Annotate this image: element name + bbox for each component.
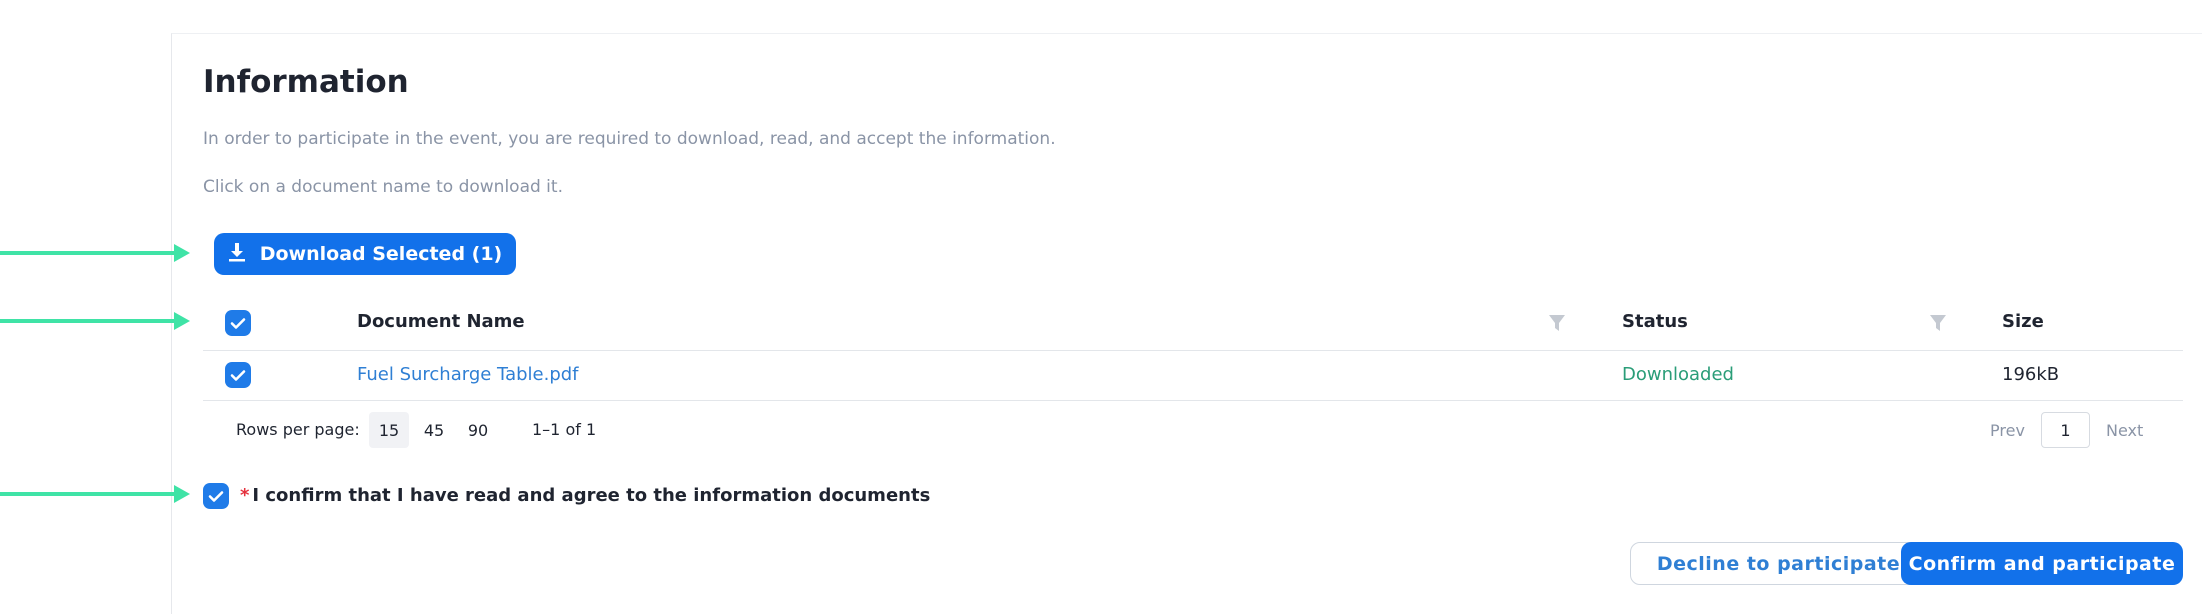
select-all-checkbox[interactable]	[225, 310, 251, 336]
check-icon	[230, 318, 246, 329]
annotation-arrow-select-all	[0, 312, 190, 330]
filter-icon[interactable]	[1548, 313, 1566, 333]
status-badge: Downloaded	[1622, 364, 1734, 385]
rows-per-page-option-90[interactable]: 90	[458, 412, 498, 448]
download-selected-button[interactable]: Download Selected (1)	[214, 233, 516, 275]
rows-per-page-option-15[interactable]: 15	[369, 412, 409, 448]
next-page-button[interactable]: Next	[2106, 421, 2143, 440]
decline-button[interactable]: Decline to participate	[1630, 542, 1927, 585]
column-header-size[interactable]: Size	[2002, 311, 2044, 332]
current-page-input[interactable]: 1	[2041, 412, 2090, 448]
file-size: 196kB	[2002, 364, 2060, 385]
required-marker: *	[240, 485, 250, 506]
page-title: Information	[203, 64, 409, 100]
confirm-participate-button[interactable]: Confirm and participate	[1901, 542, 2183, 585]
confirm-text: I confirm that I have read and agree to …	[252, 485, 931, 506]
filter-icon[interactable]	[1929, 313, 1947, 333]
annotation-arrow-confirm	[0, 485, 190, 503]
section-description: In order to participate in the event, yo…	[203, 129, 1056, 149]
check-icon	[208, 491, 224, 502]
document-name-link[interactable]: Fuel Surcharge Table.pdf	[357, 364, 579, 385]
annotation-arrow-download	[0, 244, 190, 262]
section-hint: Click on a document name to download it.	[203, 177, 563, 197]
confirm-label: * I confirm that I have read and agree to…	[240, 485, 930, 506]
column-header-document-name[interactable]: Document Name	[357, 311, 525, 332]
header-divider	[203, 350, 2183, 351]
column-header-status[interactable]: Status	[1622, 311, 1688, 332]
pagination-range: 1–1 of 1	[532, 420, 597, 439]
rows-per-page-label: Rows per page:	[236, 420, 360, 439]
rows-per-page-option-45[interactable]: 45	[414, 412, 454, 448]
download-selected-label: Download Selected (1)	[259, 243, 503, 265]
row-checkbox[interactable]	[225, 362, 251, 388]
row-divider	[203, 400, 2183, 401]
download-icon	[228, 242, 246, 267]
prev-page-button[interactable]: Prev	[1990, 421, 2025, 440]
confirm-checkbox[interactable]	[203, 483, 229, 509]
check-icon	[230, 370, 246, 381]
